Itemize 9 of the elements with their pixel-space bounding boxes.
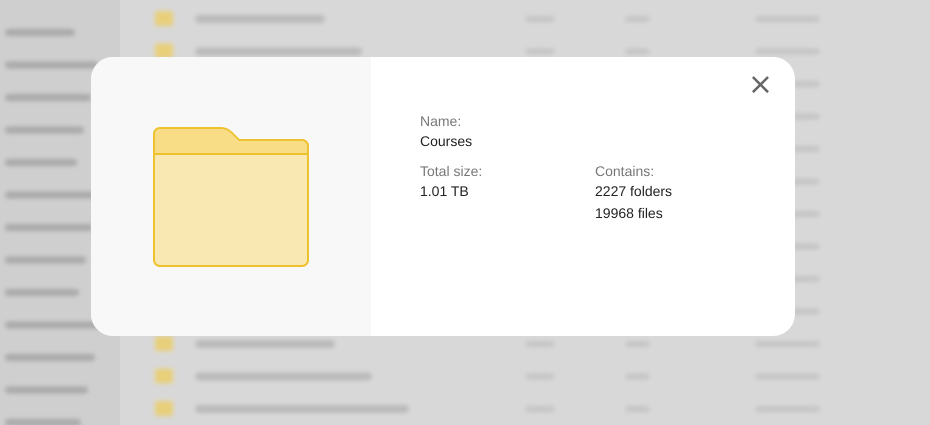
size-value: 1.01 TB	[420, 182, 469, 201]
contents-count: 19968 files	[595, 204, 663, 223]
name-value: Courses	[420, 132, 472, 151]
name-label: Name:	[420, 112, 462, 131]
contains-label: Contains:	[595, 162, 654, 181]
close-button[interactable]: ×	[744, 71, 777, 99]
size-label: Total size:	[420, 162, 482, 181]
contents-count: 2227 folders	[595, 182, 672, 201]
folder-icon	[153, 126, 309, 266]
